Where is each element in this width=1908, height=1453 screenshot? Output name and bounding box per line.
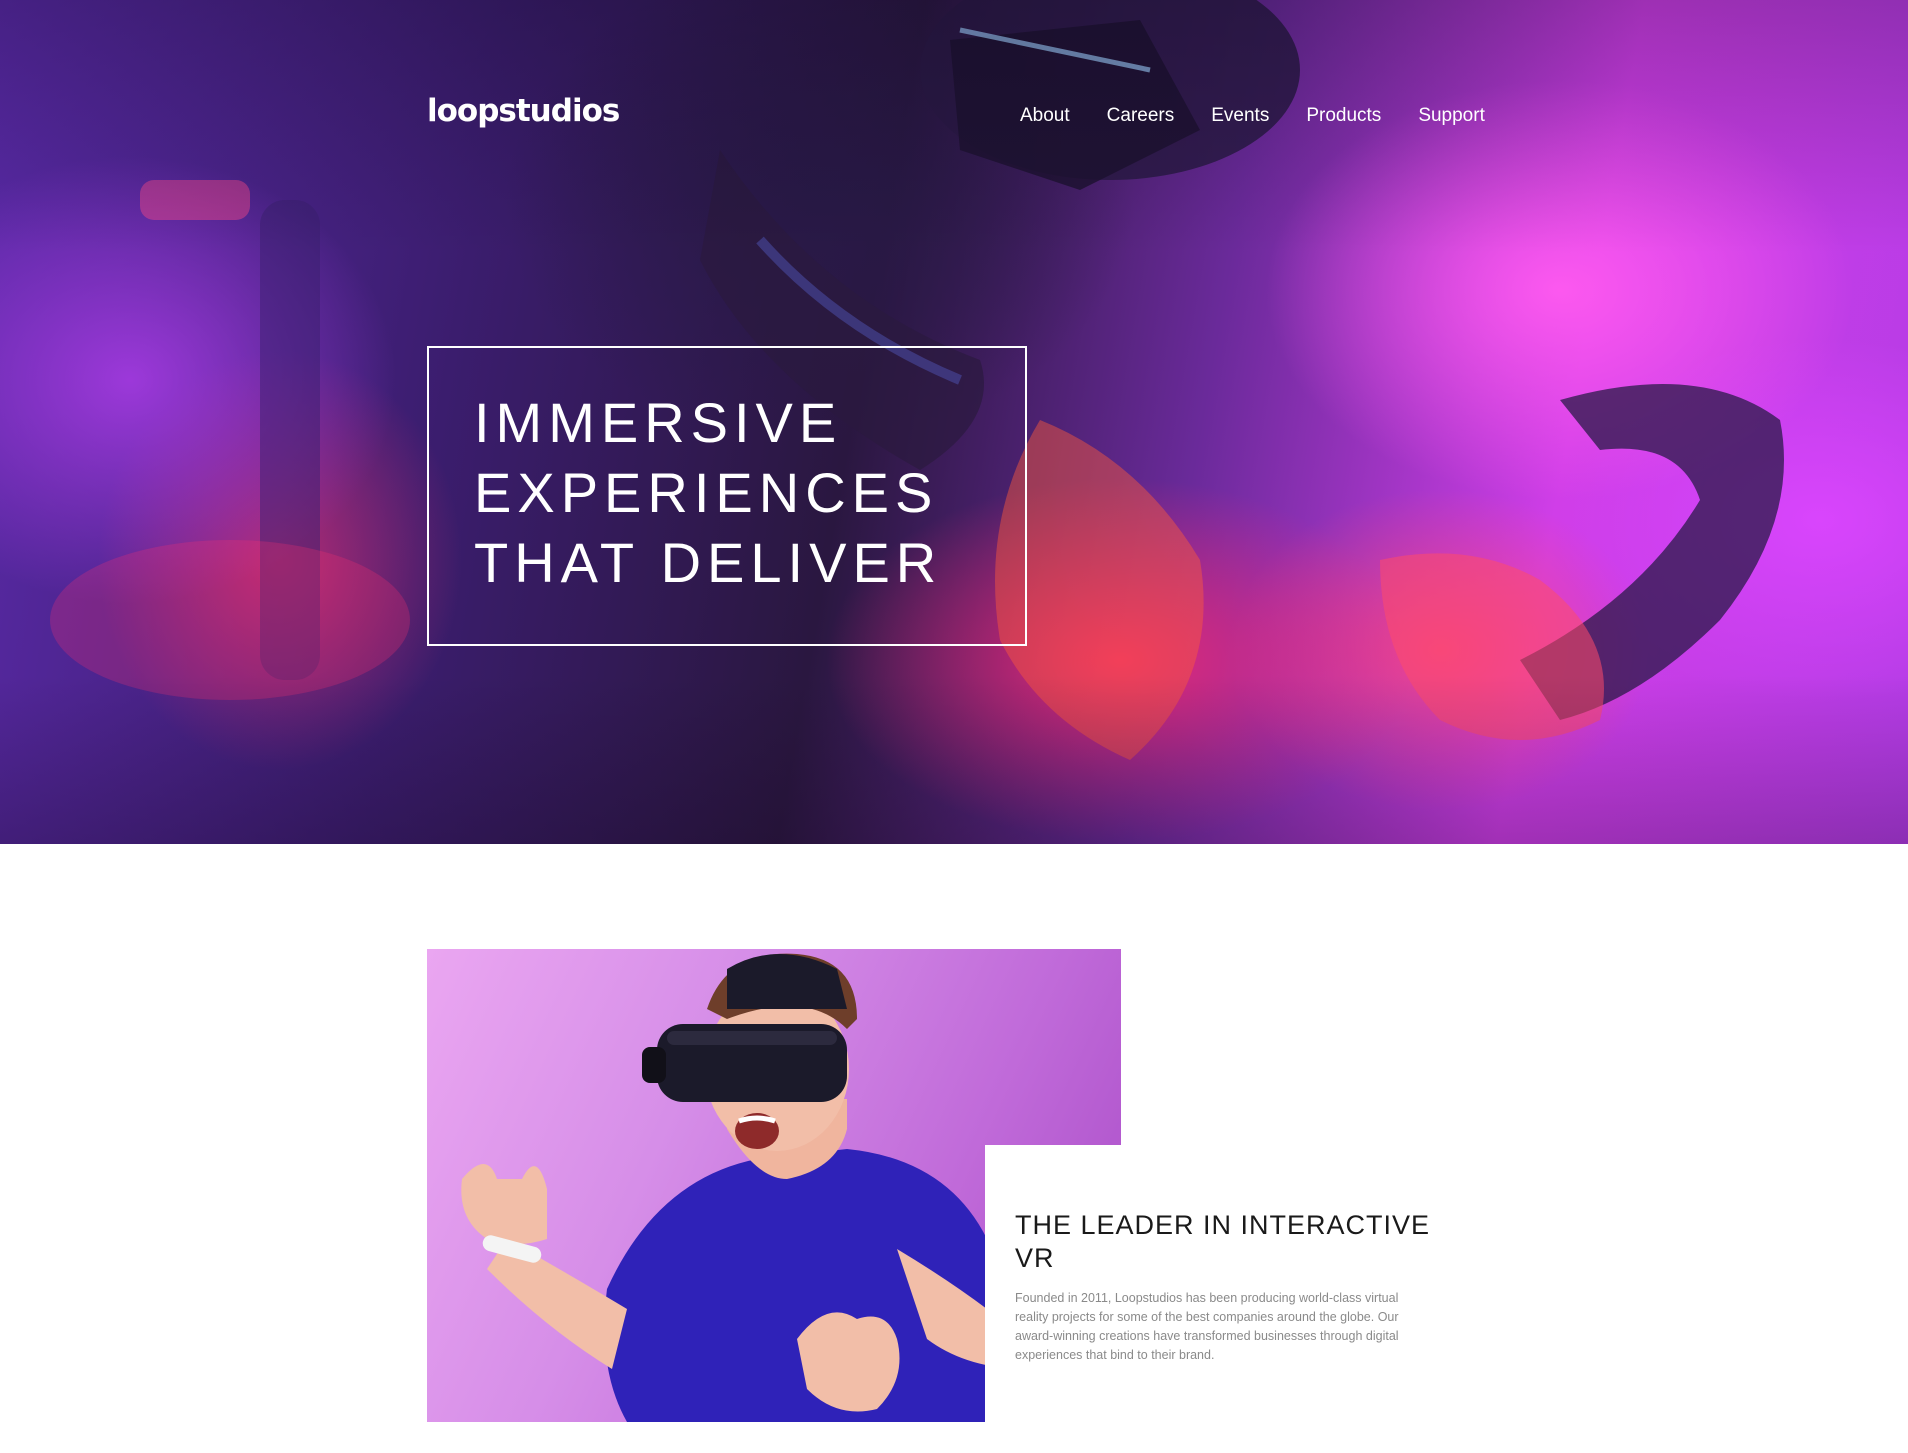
nav-link-careers[interactable]: Careers: [1107, 105, 1175, 127]
intro-title: THE LEADER IN INTERACTIVE VR: [1015, 1210, 1431, 1273]
hero-section: loopstudios About Careers Events Product…: [0, 0, 1908, 844]
site-logo[interactable]: loopstudios: [427, 93, 620, 129]
nav-link-about[interactable]: About: [1020, 105, 1070, 127]
nav-link-products[interactable]: Products: [1306, 105, 1381, 127]
hero-title-line-2: EXPERIENCES: [474, 461, 939, 524]
intro-paragraph: Founded in 2011, Loopstudios has been pr…: [1015, 1291, 1399, 1362]
nav-link-support[interactable]: Support: [1418, 105, 1485, 127]
hero-title-line-3: THAT DELIVER: [474, 531, 943, 594]
hero-title: IMMERSIVE EXPERIENCES THAT DELIVER: [474, 388, 1014, 598]
hero-title-line-1: IMMERSIVE: [474, 391, 843, 454]
hero-title-box: IMMERSIVE EXPERIENCES THAT DELIVER: [427, 346, 1027, 646]
intro-text-panel: THE LEADER IN INTERACTIVE VR Founded in …: [985, 1145, 1485, 1445]
main-nav: About Careers Events Products Support: [1020, 105, 1485, 127]
nav-link-events[interactable]: Events: [1211, 105, 1269, 127]
